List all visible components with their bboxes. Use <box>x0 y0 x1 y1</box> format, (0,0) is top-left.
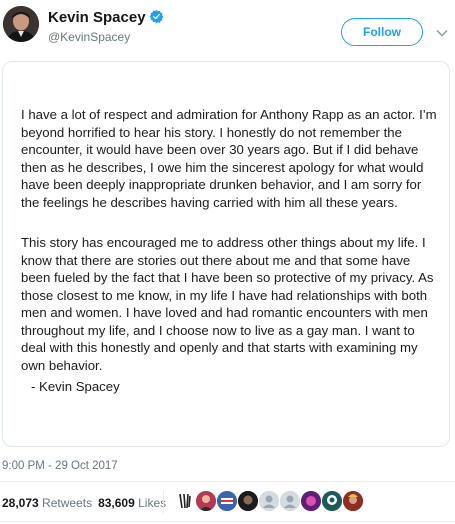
liker-avatar[interactable] <box>321 490 343 512</box>
liker-avatar[interactable] <box>258 490 280 512</box>
author-avatar[interactable] <box>3 6 39 42</box>
tweet-stats: 28,073 Retweets 83,609 Likes <box>2 496 166 510</box>
likes-stat[interactable]: 83,609 Likes <box>98 496 166 510</box>
tweet-timestamp[interactable]: 9:00 PM - 29 Oct 2017 <box>2 460 118 472</box>
verified-badge-icon <box>149 9 164 28</box>
divider <box>0 481 455 482</box>
statement-paragraph: This story has encouraged me to address … <box>21 235 434 373</box>
statement-signature: - Kevin Spacey <box>31 379 120 394</box>
statement-image[interactable]: I have a lot of respect and admiration f… <box>2 61 450 447</box>
liker-avatar[interactable] <box>195 490 217 512</box>
retweets-label: Retweets <box>42 496 93 510</box>
liker-avatar[interactable] <box>216 490 238 512</box>
retweets-count: 28,073 <box>2 496 39 510</box>
liker-avatar[interactable] <box>300 490 322 512</box>
divider <box>0 521 455 522</box>
liker-avatar[interactable] <box>174 490 196 512</box>
tweet-header: Kevin Spacey @KevinSpacey Follow <box>0 0 455 56</box>
chevron-down-icon[interactable] <box>436 24 448 42</box>
liker-avatar[interactable] <box>279 490 301 512</box>
author-name-text: Kevin Spacey <box>48 9 146 26</box>
author-name[interactable]: Kevin Spacey <box>48 9 164 28</box>
likes-label: Likes <box>138 496 167 510</box>
stats-separator <box>163 490 164 514</box>
liker-avatar[interactable] <box>342 490 364 512</box>
author-handle[interactable]: @KevinSpacey <box>48 30 130 44</box>
follow-button[interactable]: Follow <box>341 18 423 46</box>
liker-avatar[interactable] <box>237 490 259 512</box>
retweets-stat[interactable]: 28,073 Retweets <box>2 496 92 510</box>
statement-paragraph: I have a lot of respect and admiration f… <box>21 107 437 210</box>
likes-count: 83,609 <box>98 496 135 510</box>
